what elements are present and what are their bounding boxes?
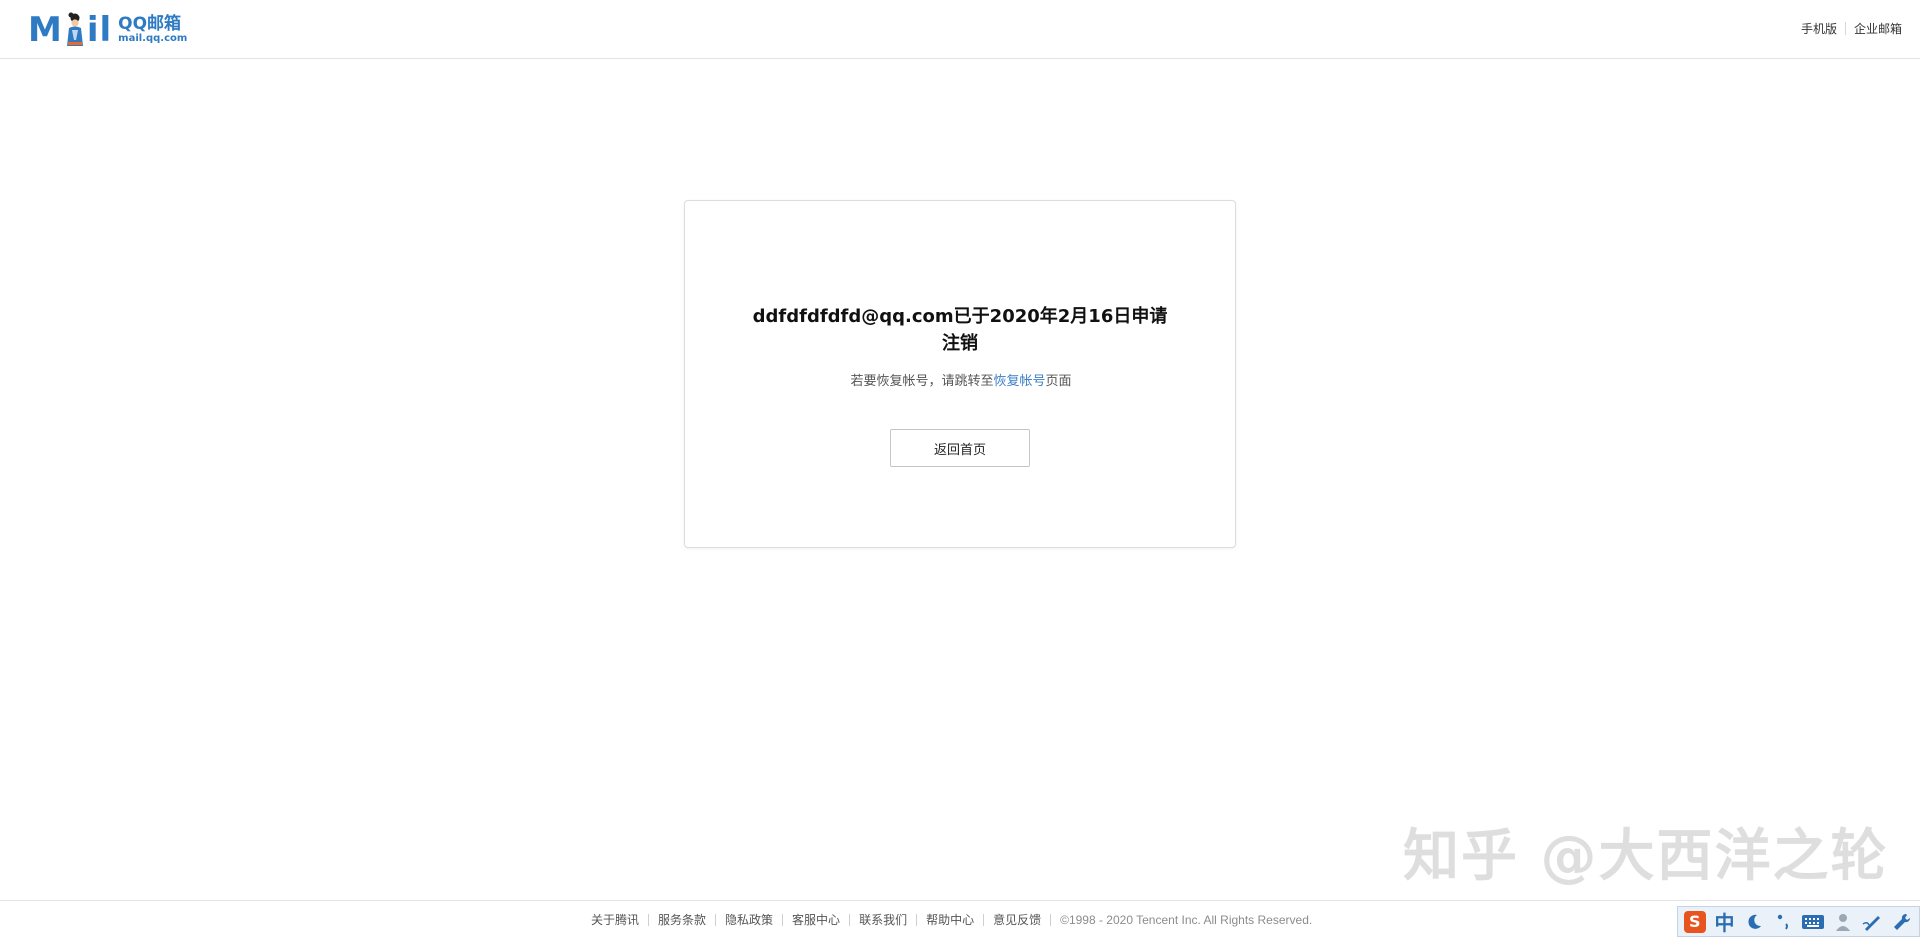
- card-title: ddfdfdfdfd@qq.com已于2020年2月16日申请注销: [752, 306, 1168, 354]
- divider: [1844, 22, 1846, 35]
- divider: [983, 913, 985, 926]
- logo-figure-icon: [66, 12, 83, 46]
- footer-links: 关于腾讯 服务条款 隐私政策 客服中心 联系我们 帮助中心 意见反馈 ©1998…: [591, 911, 1312, 928]
- footer-link-help[interactable]: 帮助中心: [926, 911, 974, 928]
- copyright-text: ©1998 - 2020 Tencent Inc. All Rights Res…: [1060, 912, 1313, 927]
- footer: 关于腾讯 服务条款 隐私政策 客服中心 联系我们 帮助中心 意见反馈 ©1998…: [0, 900, 1920, 937]
- card-subtitle: 若要恢复帐号，请跳转至恢复帐号页面: [685, 370, 1237, 389]
- moon-icon[interactable]: [1741, 909, 1767, 935]
- mobile-version-link[interactable]: 手机版: [1801, 20, 1837, 37]
- footer-link-privacy[interactable]: 隐私政策: [725, 911, 773, 928]
- account-deactivated-card: ddfdfdfdfd@qq.com已于2020年2月16日申请注销 若要恢复帐号…: [684, 200, 1236, 548]
- logo-domain: mail.qq.com: [118, 33, 188, 44]
- user-icon[interactable]: [1830, 909, 1856, 935]
- footer-link-terms[interactable]: 服务条款: [658, 911, 706, 928]
- punctuation-icon[interactable]: [1771, 909, 1797, 935]
- divider: [782, 913, 784, 926]
- divider: [916, 913, 918, 926]
- footer-link-about[interactable]: 关于腾讯: [591, 911, 639, 928]
- subtitle-prefix: 若要恢复帐号，请跳转至: [850, 374, 994, 389]
- divider: [849, 913, 851, 926]
- chinese-mode-icon[interactable]: 中: [1712, 909, 1738, 935]
- divider: [1050, 913, 1052, 926]
- sogou-logo-icon[interactable]: S: [1682, 909, 1708, 935]
- keyboard-icon[interactable]: [1801, 909, 1827, 935]
- back-home-button[interactable]: 返回首页: [890, 429, 1030, 467]
- subtitle-suffix: 页面: [1045, 374, 1072, 389]
- logo-chinese-name: QQ邮箱: [118, 14, 182, 34]
- ime-toolbar: S 中: [1677, 906, 1920, 937]
- footer-link-contact[interactable]: 联系我们: [859, 911, 907, 928]
- divider: [715, 913, 717, 926]
- footer-link-feedback[interactable]: 意见反馈: [993, 911, 1041, 928]
- footer-link-support[interactable]: 客服中心: [792, 911, 840, 928]
- divider: [648, 913, 650, 926]
- pen-icon[interactable]: [1860, 909, 1886, 935]
- logo-wordmark: M il: [28, 10, 113, 50]
- zhihu-watermark: 知乎 @大西洋之轮: [1403, 824, 1889, 889]
- qq-mail-logo[interactable]: M il QQ邮箱 mail.qq.com: [28, 12, 187, 48]
- recover-account-link[interactable]: 恢复帐号: [993, 374, 1045, 389]
- enterprise-mail-link[interactable]: 企业邮箱: [1854, 20, 1902, 37]
- top-links: 手机版 企业邮箱: [1801, 20, 1902, 37]
- top-bar: M il QQ邮箱 mail.qq.com 手机版 企业邮箱: [0, 0, 1920, 59]
- wrench-icon[interactable]: [1889, 909, 1915, 935]
